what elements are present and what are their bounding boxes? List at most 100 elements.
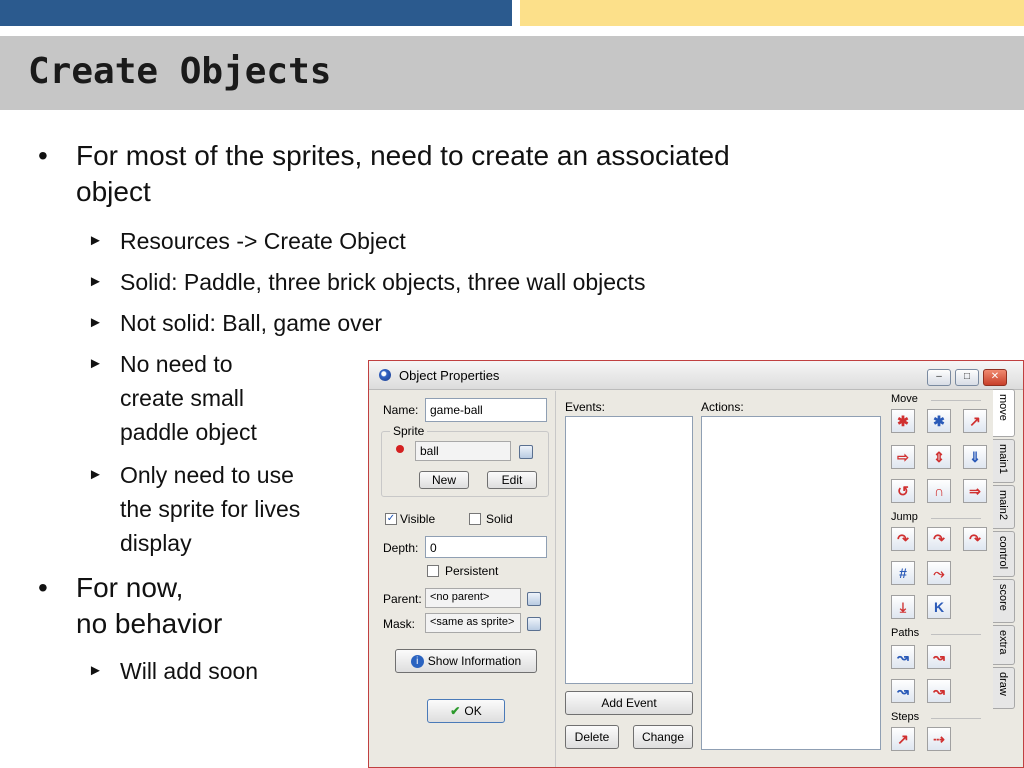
tab-label: control (997, 536, 1009, 570)
sub-bullet-text: No need to (120, 351, 233, 377)
wrap-screen-icon[interactable]: ⤳ (927, 561, 951, 585)
change-event-button[interactable]: Change (633, 725, 693, 749)
move-fixed-icon[interactable]: ✱ (891, 409, 915, 433)
bounce-icon[interactable]: K (927, 595, 951, 619)
speed-horizontal-icon[interactable]: ⇨ (891, 445, 915, 469)
sub-bullet-text: Not solid: Ball, game over (120, 310, 383, 336)
bullet-2-line-1: For now, (76, 572, 184, 603)
maximize-button[interactable]: □ (955, 369, 979, 386)
move-contact-icon[interactable]: ⤓ (891, 595, 915, 619)
tab-score[interactable]: score (993, 579, 1015, 623)
info-icon: i (410, 655, 424, 669)
name-input[interactable]: game-ball (425, 398, 547, 422)
solid-label: Solid (486, 512, 513, 526)
sub-bullet-2: ► Solid: Paddle, three brick objects, th… (88, 265, 646, 299)
events-list[interactable] (565, 416, 693, 684)
name-label: Name: (383, 403, 419, 417)
sub-bullet-text: display (120, 530, 192, 556)
step-towards-icon[interactable]: ↗ (891, 727, 915, 751)
bullet-1-line-1: For most of the sprites, need to create … (76, 140, 730, 171)
mask-picker-icon[interactable] (527, 617, 541, 631)
section-steps: Steps (891, 711, 982, 723)
sub-bullet-4: ► No need to create small paddle object (88, 347, 257, 449)
show-information-button[interactable]: i Show Information (395, 649, 537, 673)
actions-list[interactable] (701, 416, 881, 750)
jump-random-icon[interactable]: ↷ (963, 527, 987, 551)
sub-bullet-text: Solid: Paddle, three brick objects, thre… (120, 269, 646, 295)
window-title: Object Properties (399, 368, 500, 383)
bullet-dot: • (38, 572, 48, 603)
move-free-icon[interactable]: ✱ (927, 409, 951, 433)
tab-control[interactable]: control (993, 531, 1015, 577)
step-avoiding-icon[interactable]: ⇢ (927, 727, 951, 751)
mask-label: Mask: (383, 617, 416, 631)
mask-field[interactable]: <same as sprite> (425, 613, 521, 633)
jump-position-icon[interactable]: ↷ (891, 527, 915, 551)
tab-label: extra (997, 630, 1009, 655)
sprite-dot-icon (396, 445, 404, 453)
edit-sprite-button[interactable]: Edit (487, 471, 537, 489)
tab-label: main1 (997, 444, 1009, 474)
show-information-label: Show Information (427, 654, 522, 668)
sub-bullet-text: Will add soon (120, 658, 259, 684)
tab-move[interactable]: move (993, 389, 1015, 437)
new-sprite-button[interactable]: New (419, 471, 469, 489)
set-path-icon[interactable]: ↝ (891, 645, 915, 669)
parent-field[interactable]: <no parent> (425, 588, 521, 608)
path-speed-icon[interactable]: ↝ (927, 679, 951, 703)
sub-bullet-5: ► Only need to use the sprite for lives … (88, 458, 301, 560)
arrow-bullet-icon: ► (88, 232, 103, 249)
tab-main1[interactable]: main1 (993, 439, 1015, 483)
title-band: Create Objects (0, 36, 1024, 110)
top-bar-blue (0, 0, 512, 26)
sub-bullet-text: paddle object (120, 419, 257, 445)
depth-label: Depth: (383, 541, 419, 555)
move-towards-icon[interactable]: ↗ (963, 409, 987, 433)
bullet-1-line-2: object (76, 176, 151, 207)
sub-bullet-text: create small (120, 385, 244, 411)
delete-event-button[interactable]: Delete (565, 725, 619, 749)
path-position-icon[interactable]: ↝ (891, 679, 915, 703)
parent-picker-icon[interactable] (527, 592, 541, 606)
add-event-button[interactable]: Add Event (565, 691, 693, 715)
window-title-bar[interactable]: Object Properties – □ ✕ (369, 361, 1023, 390)
depth-input[interactable]: 0 (425, 536, 547, 558)
action-library: Move ✱ ✱ ↗ ⇨ ⇕ ⇓ ↺ ∩ ⇒ Jump ↷ ↷ ↷ # ⤳ ⤓ … (887, 391, 991, 761)
arrow-bullet-icon: ► (88, 662, 103, 679)
tab-label: main2 (997, 490, 1009, 520)
minimize-button[interactable]: – (927, 369, 951, 386)
sprite-field[interactable]: ball (415, 441, 511, 461)
visible-checkbox[interactable]: ✓ (385, 513, 397, 525)
sub-bullet-3: ► Not solid: Ball, game over (88, 306, 383, 340)
ok-button[interactable]: ✔ OK (427, 699, 505, 723)
actions-label: Actions: (701, 400, 744, 414)
sub-bullet-1: ► Resources -> Create Object (88, 224, 406, 258)
gravity-icon[interactable]: ⇓ (963, 445, 987, 469)
friction-icon[interactable]: ⇒ (963, 479, 987, 503)
sub-bullet-text: Only need to use (120, 462, 294, 488)
separator (555, 391, 556, 767)
slide-title: Create Objects (28, 51, 332, 92)
jump-start-icon[interactable]: ↷ (927, 527, 951, 551)
section-paths: Paths (891, 627, 982, 639)
reverse-horizontal-icon[interactable]: ↺ (891, 479, 915, 503)
tab-extra[interactable]: extra (993, 625, 1015, 665)
solid-checkbox[interactable] (469, 513, 481, 525)
close-button[interactable]: ✕ (983, 369, 1007, 386)
end-path-icon[interactable]: ↝ (927, 645, 951, 669)
sub-bullet-6: ► Will add soon (88, 654, 259, 688)
reverse-vertical-icon[interactable]: ∩ (927, 479, 951, 503)
persistent-checkbox[interactable] (427, 565, 439, 577)
object-properties-window: Object Properties – □ ✕ Name: game-ball … (368, 360, 1024, 768)
bullet-dot: • (38, 140, 48, 171)
tab-main2[interactable]: main2 (993, 485, 1015, 529)
section-move: Move (891, 393, 981, 405)
tab-label: draw (997, 672, 1009, 696)
sub-bullet-text: the sprite for lives (120, 496, 301, 522)
sprite-picker-icon[interactable] (519, 445, 533, 459)
speed-vertical-icon[interactable]: ⇕ (927, 445, 951, 469)
arrow-bullet-icon: ► (88, 273, 103, 290)
tab-draw[interactable]: draw (993, 667, 1015, 709)
align-grid-icon[interactable]: # (891, 561, 915, 585)
tab-label: score (997, 584, 1009, 611)
